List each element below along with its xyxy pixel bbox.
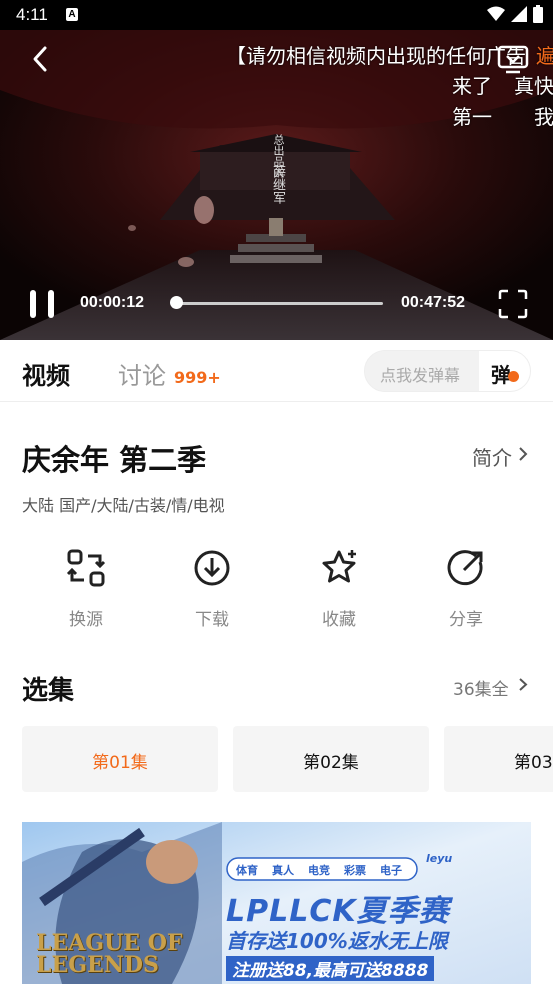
banner-category: 体育 <box>236 864 258 877</box>
video-player[interactable]: 【请勿相信视频内出现的任何广告 遍 来了 真快 第一 我 总出品人 薛继军 00… <box>0 30 553 340</box>
total-time: 00:47:52 <box>401 294 466 311</box>
intro-link[interactable]: 简介 <box>472 442 512 471</box>
chevron-right-icon[interactable] <box>517 676 529 693</box>
favorite-star-icon <box>322 550 356 583</box>
banner-footer: 注册送88,最高可送8888 <box>226 956 435 981</box>
banner-brand-logo: leyu <box>426 852 453 865</box>
action-label: 下载 <box>195 610 229 630</box>
banner-category: 真人 <box>272 864 294 877</box>
share-icon <box>447 550 483 586</box>
banner-subline: 首存送100%返水无上限 <box>226 929 448 953</box>
download-icon <box>194 550 230 586</box>
action-label: 分享 <box>449 610 483 630</box>
episodes-total-link[interactable]: 36集全 <box>453 675 509 700</box>
episode-item[interactable]: 第03集 <box>444 726 553 792</box>
back-arrow-icon[interactable] <box>26 44 56 74</box>
content-tabs: 视频 讨论 999+ 点我发弹幕 弹 <box>0 340 553 402</box>
show-genre: 大陆 国产/大陆/古装/情/电视 <box>22 496 225 515</box>
banner-game-logo: LEAGUE OF LEGENDS <box>36 930 183 978</box>
tab-video[interactable]: 视频 <box>22 356 70 391</box>
share-button[interactable]: 分享 <box>424 548 504 638</box>
notification-a-icon: A <box>66 8 78 21</box>
status-bar: 4:11 A <box>0 0 553 30</box>
danmaku-comment: 遍 <box>536 44 553 68</box>
fullscreen-icon[interactable] <box>498 289 528 319</box>
episodes-title: 选集 <box>22 676 75 706</box>
danmaku-placeholder: 点我发弹幕 <box>380 366 461 385</box>
action-label: 换源 <box>69 610 103 630</box>
video-credit-name: 薛继军 <box>270 165 285 204</box>
discuss-count-badge: 999+ <box>174 368 221 387</box>
banner-headline: LPLLCK夏季赛 <box>226 894 450 929</box>
switch-source-icon <box>66 549 106 587</box>
status-time: 4:11 <box>16 5 48 24</box>
danmaku-comment: 来了 <box>452 74 492 98</box>
cast-icon[interactable] <box>496 42 530 76</box>
status-icons <box>487 5 543 23</box>
seek-bar[interactable] <box>175 302 383 305</box>
episode-label: 第03集 <box>514 753 553 773</box>
danmaku-comment: 【请勿相信视频内出现的任何广告 <box>226 44 526 68</box>
banner-category: 电竞 <box>308 864 330 877</box>
danmaku-comment: 第一 <box>452 105 492 129</box>
episode-item[interactable]: 第01集 <box>22 726 218 792</box>
banner-category: 彩票 <box>344 864 366 877</box>
episode-label: 第01集 <box>92 753 148 773</box>
danmaku-toggle-button[interactable]: 弹 <box>479 351 530 391</box>
signal-icon <box>511 6 527 22</box>
download-button[interactable]: 下载 <box>170 548 250 638</box>
danmaku-comment: 我 <box>534 105 553 129</box>
tab-discuss[interactable]: 讨论 <box>118 356 166 391</box>
danmaku-input[interactable]: 点我发弹幕 弹 <box>364 350 531 392</box>
current-time: 00:00:12 <box>80 294 145 311</box>
battery-icon <box>533 5 543 23</box>
pause-icon[interactable] <box>28 288 56 320</box>
episode-item[interactable]: 第02集 <box>233 726 429 792</box>
switch-source-button[interactable]: 换源 <box>44 548 124 638</box>
danmaku-check-icon <box>508 371 519 382</box>
action-label: 收藏 <box>322 610 356 630</box>
banner-category: 电子 <box>380 864 402 877</box>
chevron-right-icon[interactable] <box>516 445 530 463</box>
seek-thumb[interactable] <box>169 296 183 309</box>
episode-label: 第02集 <box>303 753 359 773</box>
show-title: 庆余年 第二季 <box>22 443 207 477</box>
wifi-icon <box>487 6 505 21</box>
ad-banner[interactable]: 体育 真人 电竞 彩票 电子 leyu LPLLCK夏季赛 首存送100%返水无… <box>22 822 531 984</box>
favorite-button[interactable]: 收藏 <box>297 548 377 638</box>
